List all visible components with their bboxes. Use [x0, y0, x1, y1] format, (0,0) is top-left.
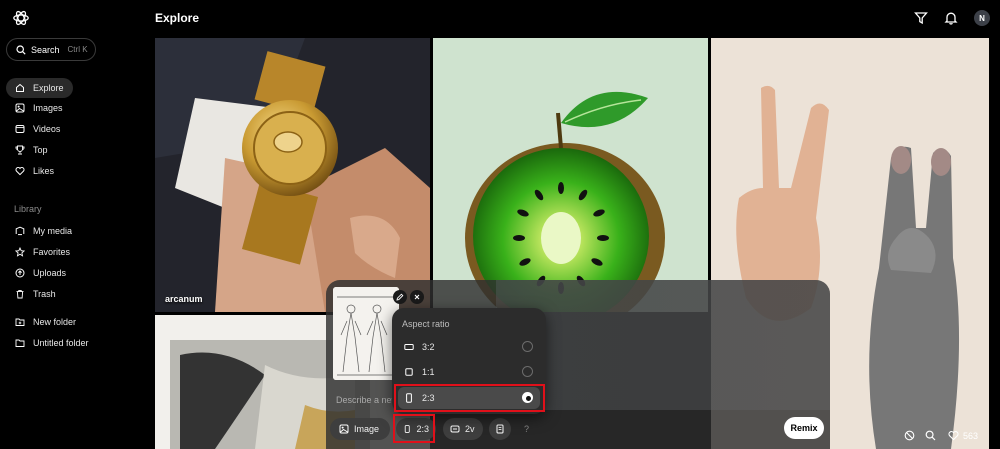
sidebar-item-label: Explore: [33, 83, 64, 93]
close-icon: [414, 294, 420, 300]
sidebar-item-explore[interactable]: Explore: [6, 78, 73, 98]
sidebar-item-new-folder[interactable]: New folder: [6, 312, 85, 332]
aspect-option-2-3[interactable]: 2:3: [398, 387, 540, 409]
composer-backdrop: [496, 280, 830, 410]
watch-image: [155, 38, 430, 312]
user-avatar[interactable]: N: [974, 10, 990, 26]
remove-reference-button[interactable]: [410, 290, 424, 304]
mode-image-button[interactable]: Image: [330, 418, 390, 440]
trash-icon: [16, 289, 24, 299]
search-box[interactable]: Search Ctrl K: [6, 38, 96, 61]
sidebar-item-label: My media: [33, 226, 73, 236]
star-icon: [15, 247, 25, 257]
media-icon: [15, 226, 25, 236]
sidebar-item-untitled-folder[interactable]: Untitled folder: [6, 333, 98, 353]
sidebar-item-top[interactable]: Top: [6, 140, 57, 160]
aspect-ratio-popover: Aspect ratio 3:2 1:1 2:3: [392, 308, 546, 414]
portrait-ratio-icon: [404, 425, 410, 433]
help-button[interactable]: ?: [517, 418, 539, 440]
remix-button[interactable]: Remix: [784, 417, 824, 439]
compass-icon: [16, 83, 24, 92]
variants-icon: [450, 425, 460, 433]
landscape-ratio-icon: [404, 344, 414, 350]
prompt-input[interactable]: Describe a new: [336, 395, 392, 405]
aspect-option-1-1[interactable]: 1:1: [398, 361, 540, 383]
kiwi-image: [433, 38, 708, 312]
video-icon: [15, 125, 25, 133]
image-icon: [339, 424, 349, 434]
sidebar-item-uploads[interactable]: Uploads: [6, 263, 75, 283]
aspect-option-label: 1:1: [422, 367, 435, 377]
sidebar-item-label: Trash: [33, 289, 56, 299]
aspect-option-3-2[interactable]: 3:2: [398, 336, 540, 358]
trophy-icon: [15, 145, 25, 155]
square-ratio-icon: [405, 368, 413, 376]
portrait-ratio-icon: [406, 393, 412, 403]
variants-button[interactable]: 2v: [443, 418, 483, 440]
search-shortcut: Ctrl K: [67, 45, 88, 54]
sidebar-item-images[interactable]: Images: [6, 98, 72, 118]
sidebar-item-label: Favorites: [33, 247, 71, 257]
app-logo-icon[interactable]: [12, 9, 30, 27]
aspect-option-label: 2:3: [422, 393, 435, 403]
heart-icon: [948, 431, 959, 441]
new-folder-icon: [15, 318, 25, 326]
mode-label: Image: [354, 424, 380, 434]
sidebar-item-likes[interactable]: Likes: [6, 161, 63, 181]
variants-label: 2v: [465, 424, 475, 434]
upload-icon: [15, 268, 25, 278]
folder-icon: [15, 339, 25, 347]
library-heading: Library: [14, 204, 42, 214]
aspect-radio[interactable]: [522, 341, 533, 352]
aspect-option-label: 3:2: [422, 342, 435, 352]
sidebar-item-my-media[interactable]: My media: [6, 221, 81, 241]
sidebar-item-label: Images: [33, 103, 63, 113]
filter-icon[interactable]: [914, 11, 928, 25]
gallery-tile-kiwi[interactable]: [433, 38, 708, 312]
hide-icon[interactable]: [904, 430, 915, 441]
popover-title: Aspect ratio: [402, 319, 450, 329]
prompt-library-button[interactable]: [489, 418, 511, 440]
bell-icon[interactable]: [944, 11, 958, 25]
sidebar-item-label: Uploads: [33, 268, 67, 278]
page-title: Explore: [155, 11, 200, 25]
book-icon: [496, 424, 504, 434]
aspect-ratio-button[interactable]: 2:3: [396, 418, 436, 440]
pencil-icon: [396, 293, 404, 301]
sidebar-item-label: Untitled folder: [33, 338, 89, 348]
aspect-label: 2:3: [416, 424, 429, 434]
edit-reference-button[interactable]: [393, 290, 407, 304]
sidebar-item-favorites[interactable]: Favorites: [6, 242, 79, 262]
sidebar-item-label: Videos: [33, 124, 61, 134]
gallery-tile-watch[interactable]: arcanum: [155, 38, 430, 312]
sidebar-item-trash[interactable]: Trash: [6, 284, 65, 304]
image-icon: [15, 103, 25, 113]
sketch-image: [333, 287, 399, 380]
like-count: 563: [963, 430, 979, 441]
search-icon: [16, 44, 26, 55]
tile-author[interactable]: arcanum: [165, 294, 203, 304]
sidebar-item-label: New folder: [33, 317, 77, 327]
zoom-icon[interactable]: [925, 430, 936, 441]
aspect-radio-selected[interactable]: [522, 392, 533, 403]
reference-thumbnail[interactable]: [333, 287, 399, 380]
search-label: Search: [31, 44, 60, 55]
sidebar-item-videos[interactable]: Videos: [6, 119, 69, 139]
heart-icon: [15, 166, 25, 176]
like-button[interactable]: 563: [948, 430, 978, 441]
sidebar-item-label: Top: [33, 145, 48, 155]
aspect-radio[interactable]: [522, 366, 533, 377]
sidebar-item-label: Likes: [33, 166, 55, 176]
